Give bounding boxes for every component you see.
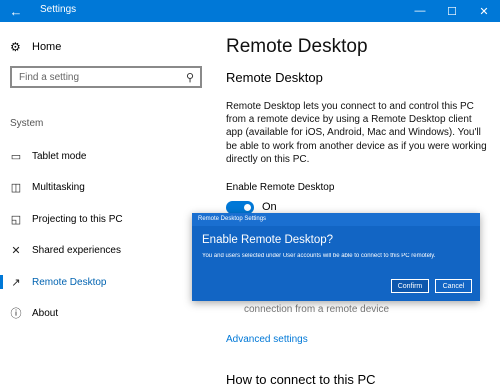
search-placeholder: Find a setting (19, 72, 80, 83)
dialog-title: Remote Desktop Settings (192, 213, 480, 226)
sidebar-item-shared-experiences[interactable]: ✕ Shared experiences (0, 240, 212, 260)
partial-setting-text: connection from a remote device (244, 304, 390, 315)
toggle-state-label: On (262, 201, 277, 213)
multitasking-icon: ◫ (10, 181, 22, 194)
sidebar-item-label: Remote Desktop (32, 276, 107, 288)
info-icon: ⓘ (10, 308, 22, 320)
sidebar-item-label: Multitasking (32, 181, 85, 193)
tablet-icon: ▭ (10, 150, 22, 163)
sidebar-item-projecting[interactable]: ◱ Projecting to this PC (0, 209, 212, 229)
window-title: Settings (40, 4, 77, 15)
description-text: Remote Desktop lets you connect to and c… (226, 101, 487, 165)
main-content: Remote Desktop Remote Desktop Remote Des… (226, 22, 500, 387)
sidebar-item-about[interactable]: ⓘ About (0, 303, 212, 323)
how-to-connect-heading: How to connect to this PC (226, 372, 376, 387)
enable-remote-desktop-dialog: Remote Desktop Settings Enable Remote De… (192, 213, 480, 301)
sidebar: ⚙ Home Find a setting ⚲ System ▭ Tablet … (0, 22, 212, 381)
sidebar-item-label: Tablet mode (32, 150, 87, 162)
cancel-button[interactable]: Cancel (435, 279, 472, 293)
sidebar-group-label: System (10, 118, 44, 129)
toggle-knob (244, 204, 251, 211)
gear-icon: ⚙ (10, 40, 21, 54)
window-controls: — ☐ ✕ (404, 0, 500, 22)
maximize-button[interactable]: ☐ (436, 0, 468, 22)
close-button[interactable]: ✕ (468, 0, 500, 22)
advanced-settings-link[interactable]: Advanced settings (226, 334, 308, 345)
search-input[interactable]: Find a setting ⚲ (10, 66, 202, 88)
section-heading: Remote Desktop (226, 70, 323, 85)
enable-remote-desktop-label: Enable Remote Desktop (226, 182, 335, 193)
sidebar-item-label: Projecting to this PC (32, 213, 123, 225)
sidebar-item-remote-desktop[interactable]: ↗ Remote Desktop (0, 272, 212, 292)
title-bar: ← Settings — ☐ ✕ (0, 0, 500, 22)
dialog-heading: Enable Remote Desktop? (202, 234, 334, 246)
search-icon[interactable]: ⚲ (186, 71, 194, 84)
home-label: Home (32, 41, 62, 53)
sidebar-item-tablet-mode[interactable]: ▭ Tablet mode (0, 146, 212, 166)
confirm-button[interactable]: Confirm (391, 279, 429, 293)
sidebar-item-multitasking[interactable]: ◫ Multitasking (0, 177, 212, 197)
remote-desktop-icon: ↗ (11, 276, 21, 289)
minimize-button[interactable]: — (404, 0, 436, 22)
dialog-message: You and users selected under User accoun… (202, 253, 436, 259)
projecting-icon: ◱ (10, 213, 22, 226)
shared-experiences-icon: ✕ (11, 244, 21, 257)
page-title: Remote Desktop (226, 36, 368, 57)
back-arrow-icon[interactable]: ← (0, 0, 32, 22)
sidebar-item-label: Shared experiences (32, 244, 121, 256)
sidebar-item-label: About (32, 307, 59, 319)
sidebar-home[interactable]: ⚙ Home (10, 40, 61, 54)
